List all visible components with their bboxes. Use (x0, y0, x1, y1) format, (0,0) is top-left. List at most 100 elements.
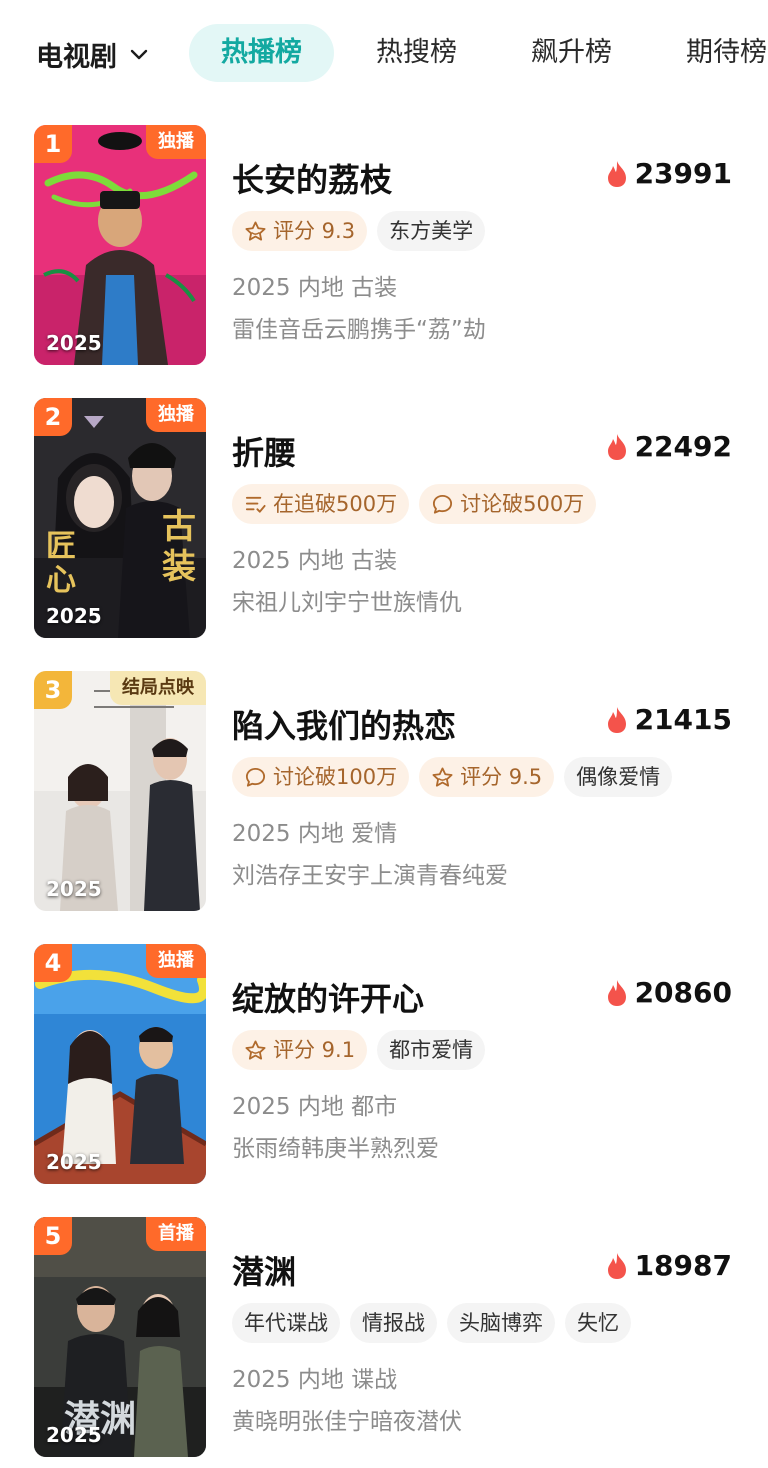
tag-text: 都市爱情 (389, 1038, 474, 1062)
premiere-badge: 首播 (146, 1217, 206, 1251)
list-item[interactable]: 古 装 匠 心 2 独播 2025 折腰 22492 在追破500万 讨论破50… (0, 398, 768, 638)
show-meta: 2025 内地 爱情 (232, 821, 398, 847)
tag-text: 情报战 (362, 1311, 425, 1335)
heat-value: 20860 (634, 976, 732, 1009)
show-meta: 2025 内地 谍战 (232, 1367, 398, 1393)
category-dropdown[interactable]: 电视剧 (36, 34, 149, 74)
exclusive-badge: 独播 (146, 398, 206, 432)
tag-text: 在追破500万 (273, 492, 398, 516)
exclusive-badge: 独播 (146, 125, 206, 159)
rank-badge: 2 (34, 398, 72, 436)
tag-chip: 失忆 (565, 1303, 631, 1343)
show-title[interactable]: 潜渊 (232, 1247, 296, 1293)
show-title[interactable]: 陷入我们的热恋 (232, 701, 456, 747)
tag-text: 东方美学 (389, 219, 474, 243)
tag-text: 讨论破500万 (460, 492, 585, 516)
show-meta: 2025 内地 古装 (232, 275, 398, 301)
heat-score: 22492 (606, 430, 732, 463)
heat-value: 21415 (634, 703, 732, 736)
rank-badge: 5 (34, 1217, 72, 1255)
poster-year: 2025 (46, 1423, 102, 1447)
show-title[interactable]: 折腰 (232, 428, 296, 474)
list-icon (244, 493, 267, 516)
list-item[interactable]: 4 独播 2025 绽放的许开心 20860 评分 9.1 都市爱情 2025 … (0, 944, 768, 1184)
tag-text: 偶像爱情 (576, 765, 661, 789)
tag-text: 评分 9.3 (273, 219, 356, 243)
tab-anticipated[interactable]: 期待榜 (686, 24, 767, 82)
tag-text: 头脑博弈 (459, 1311, 543, 1335)
tag-chip: 讨论破100万 (232, 757, 410, 797)
tab-hot-search[interactable]: 热搜榜 (376, 24, 457, 82)
chat-bubble-icon (244, 766, 267, 789)
category-label: 电视剧 (36, 41, 117, 73)
tab-hot-play[interactable]: 热播榜 (189, 24, 334, 82)
tag-chip: 东方美学 (377, 211, 486, 251)
show-description: 张雨绮韩庚半熟烈爱 (232, 1136, 439, 1162)
show-meta: 2025 内地 都市 (232, 1094, 398, 1120)
poster-image[interactable]: 3 结局点映 2025 (34, 671, 206, 911)
tag-list: 年代谍战 情报战 头脑博弈 失忆 (232, 1303, 631, 1343)
show-meta: 2025 内地 古装 (232, 548, 398, 574)
rank-badge: 3 (34, 671, 72, 709)
show-description: 刘浩存王安宇上演青春纯爱 (232, 863, 508, 889)
tag-list: 在追破500万 讨论破500万 (232, 484, 597, 524)
flame-icon (606, 160, 628, 188)
star-icon (244, 1039, 267, 1062)
rank-badge: 1 (34, 125, 72, 163)
show-description: 雷佳音岳云鹏携手“荔”劫 (232, 317, 486, 343)
poster-year: 2025 (46, 877, 102, 901)
svg-text:古: 古 (162, 507, 196, 547)
flame-icon (606, 979, 628, 1007)
svg-text:匠: 匠 (46, 529, 76, 564)
tag-chip: 偶像爱情 (564, 757, 673, 797)
exclusive-badge: 独播 (146, 944, 206, 978)
top-tab-bar: 电视剧 热播榜 热搜榜 飙升榜 期待榜 (0, 0, 768, 105)
poster-year: 2025 (46, 331, 102, 355)
show-description: 宋祖儿刘宇宁世族情仇 (232, 590, 462, 616)
heat-score: 20860 (606, 976, 732, 1009)
tag-chip: 评分 9.3 (232, 211, 368, 251)
heat-score: 23991 (606, 157, 732, 190)
poster-year: 2025 (46, 604, 102, 628)
poster-image[interactable]: 潜渊 5 首播 2025 (34, 1217, 206, 1457)
tag-text: 失忆 (577, 1311, 619, 1335)
svg-text:心: 心 (46, 563, 76, 598)
poster-image[interactable]: 1 独播 2025 (34, 125, 206, 365)
finale-preview-badge: 结局点映 (110, 671, 206, 705)
star-icon (431, 766, 454, 789)
heat-score: 18987 (606, 1249, 732, 1282)
list-item[interactable]: 3 结局点映 2025 陷入我们的热恋 21415 讨论破100万 评分 9.5… (0, 671, 768, 911)
list-item[interactable]: 1 独播 2025 长安的荔枝 23991 评分 9.3 东方美学 2025 内… (0, 125, 768, 365)
heat-score: 21415 (606, 703, 732, 736)
tag-chip: 评分 9.1 (232, 1030, 368, 1070)
chat-bubble-icon (431, 493, 454, 516)
show-title[interactable]: 绽放的许开心 (232, 974, 424, 1020)
tag-list: 评分 9.1 都市爱情 (232, 1030, 486, 1070)
poster-year: 2025 (46, 1150, 102, 1174)
tab-rising[interactable]: 飙升榜 (531, 24, 612, 82)
heat-value: 18987 (634, 1249, 732, 1282)
tag-chip: 在追破500万 (232, 484, 410, 524)
show-description: 黄晓明张佳宁暗夜潜伏 (232, 1409, 462, 1435)
flame-icon (606, 706, 628, 734)
star-icon (244, 220, 267, 243)
tag-text: 评分 9.1 (273, 1038, 356, 1062)
poster-image[interactable]: 古 装 匠 心 2 独播 2025 (34, 398, 206, 638)
tag-chip: 头脑博弈 (447, 1303, 555, 1343)
tag-text: 评分 9.5 (460, 765, 543, 789)
chevron-down-icon (130, 49, 148, 60)
show-title[interactable]: 长安的荔枝 (232, 155, 392, 201)
svg-text:装: 装 (162, 547, 196, 587)
poster-image[interactable]: 4 独播 2025 (34, 944, 206, 1184)
flame-icon (606, 433, 628, 461)
tag-chip: 情报战 (350, 1303, 437, 1343)
tag-text: 年代谍战 (244, 1311, 328, 1335)
tag-text: 讨论破100万 (273, 765, 398, 789)
tag-chip: 评分 9.5 (419, 757, 555, 797)
tag-list: 评分 9.3 东方美学 (232, 211, 486, 251)
heat-value: 23991 (634, 157, 732, 190)
tag-chip: 都市爱情 (377, 1030, 486, 1070)
tag-chip: 讨论破500万 (419, 484, 597, 524)
list-item[interactable]: 潜渊 5 首播 2025 潜渊 18987 年代谍战 情报战 头脑博弈 失忆 2… (0, 1217, 768, 1457)
heat-value: 22492 (634, 430, 732, 463)
